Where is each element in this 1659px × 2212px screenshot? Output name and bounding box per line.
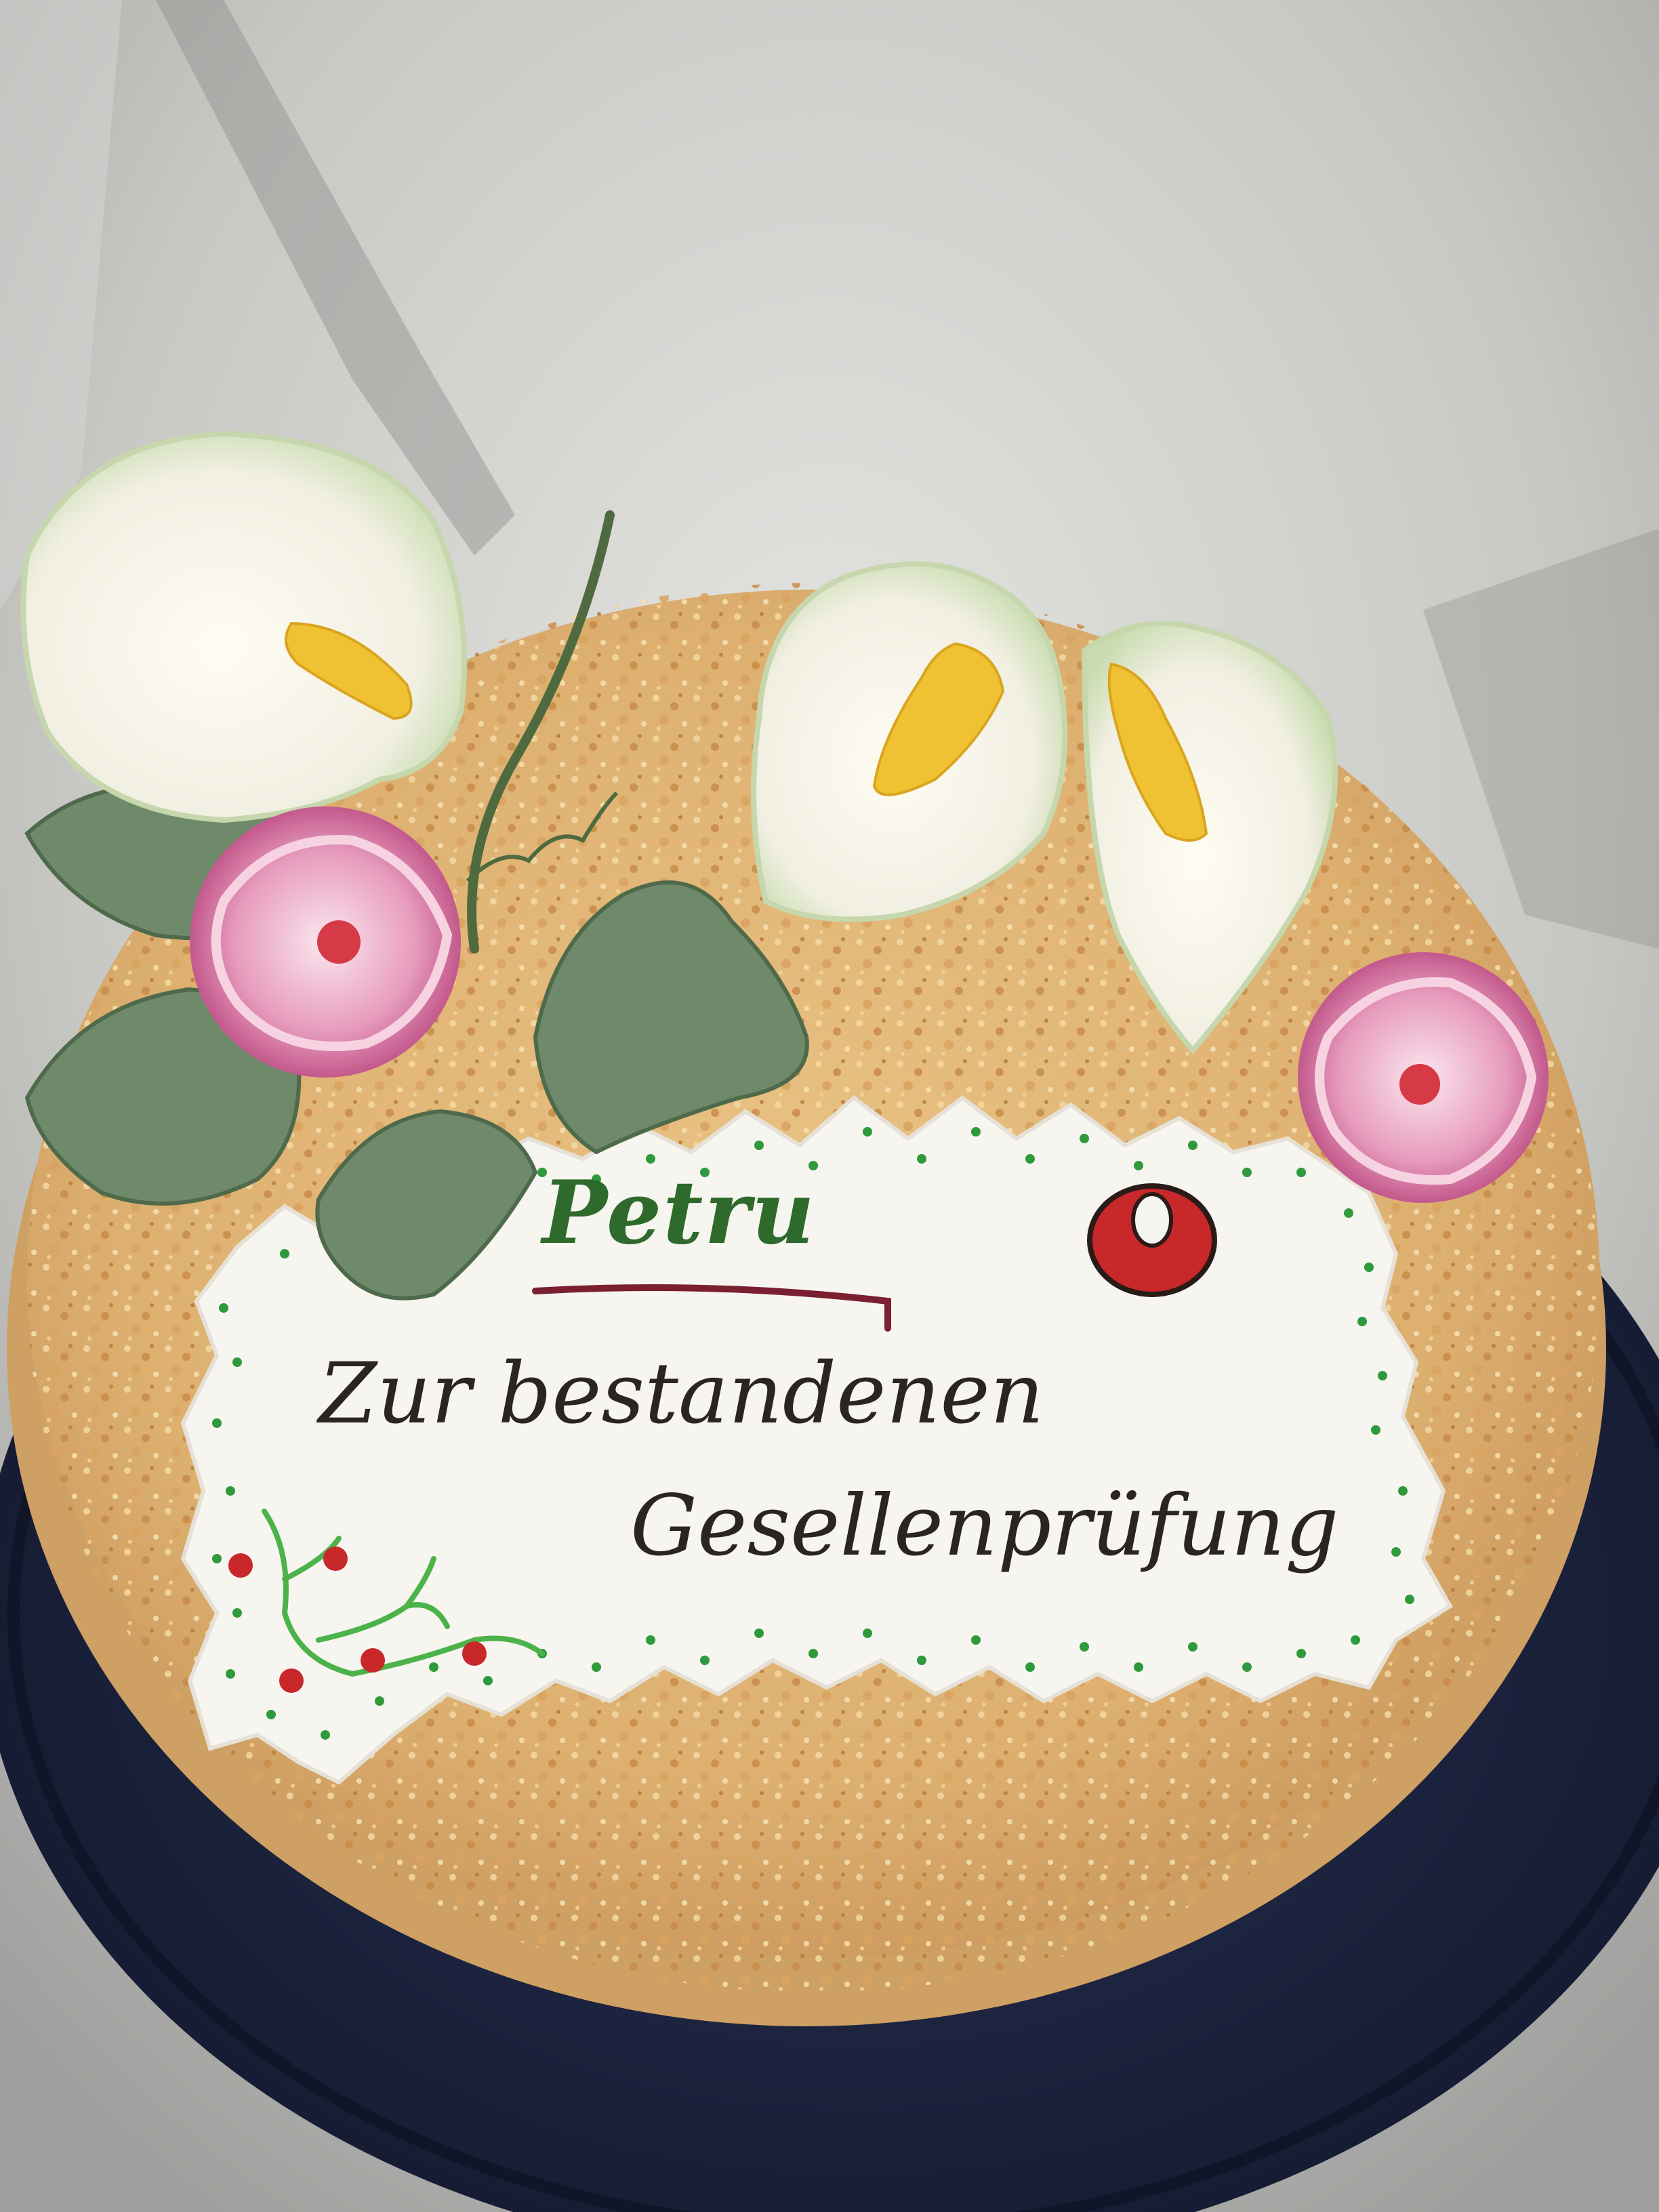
plaque-red-ring-hole [1131,1192,1173,1248]
rose-center-left [317,920,361,964]
plaque-line-2: Gesellenprüfung [630,1477,1339,1575]
rose-center-right [1399,1064,1440,1105]
sugar-rose-left [190,806,461,1078]
plaque-name: Petru [542,1162,816,1264]
cake-photo [0,0,1659,2212]
plaque-line-1: Zur bestandenen [319,1345,1044,1443]
calla-lily-left [20,430,467,823]
sugar-rose-right [1298,952,1549,1203]
